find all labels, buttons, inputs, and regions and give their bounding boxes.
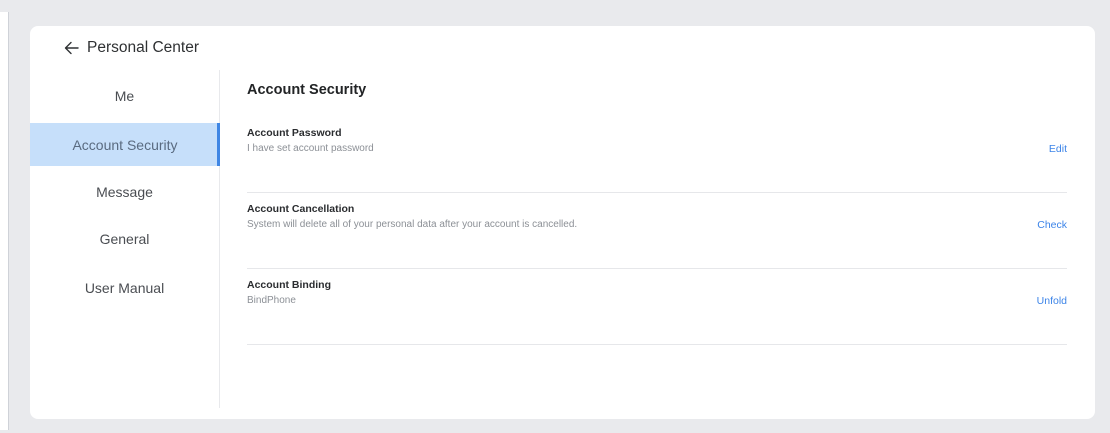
back-button[interactable]: Personal Center — [64, 38, 199, 58]
divider — [247, 344, 1067, 345]
check-cancellation-link[interactable]: Check — [1037, 219, 1067, 231]
setting-title: Account Password — [247, 127, 342, 139]
setting-row-account-cancellation: Account Cancellation System will delete … — [247, 203, 1067, 269]
setting-title: Account Cancellation — [247, 203, 355, 215]
sidebar-item-label: General — [99, 230, 150, 247]
edit-password-link[interactable]: Edit — [1049, 143, 1067, 155]
divider — [247, 268, 1067, 269]
page-title: Account Security — [247, 82, 367, 98]
sidebar-nav: Me Account Security Message General User… — [30, 70, 220, 408]
sidebar-item-user-manual[interactable]: User Manual — [30, 266, 219, 309]
personal-center-panel: Personal Center Me Account Security Mess… — [30, 26, 1095, 419]
setting-description: I have set account password — [247, 143, 374, 154]
background-window-edge — [0, 12, 9, 430]
sidebar-item-account-security[interactable]: Account Security — [30, 123, 220, 166]
sidebar-item-message[interactable]: Message — [30, 170, 219, 213]
setting-title: Account Binding — [247, 279, 331, 291]
back-label: Personal Center — [87, 39, 200, 56]
sidebar-item-general[interactable]: General — [30, 217, 219, 260]
sidebar-item-label: Message — [96, 183, 153, 200]
setting-row-account-password: Account Password I have set account pass… — [247, 127, 1067, 193]
sidebar-item-label: Account Security — [72, 136, 178, 153]
setting-description: System will delete all of your personal … — [247, 219, 578, 230]
divider — [247, 192, 1067, 193]
sidebar-item-label: Me — [114, 87, 135, 104]
arrow-left-icon — [64, 41, 79, 55]
sidebar-item-label: User Manual — [84, 279, 165, 296]
setting-description: BindPhone — [247, 295, 296, 306]
setting-row-account-binding: Account Binding BindPhone Unfold — [247, 279, 1067, 345]
sidebar-item-me[interactable]: Me — [30, 74, 219, 117]
unfold-binding-link[interactable]: Unfold — [1037, 295, 1067, 307]
